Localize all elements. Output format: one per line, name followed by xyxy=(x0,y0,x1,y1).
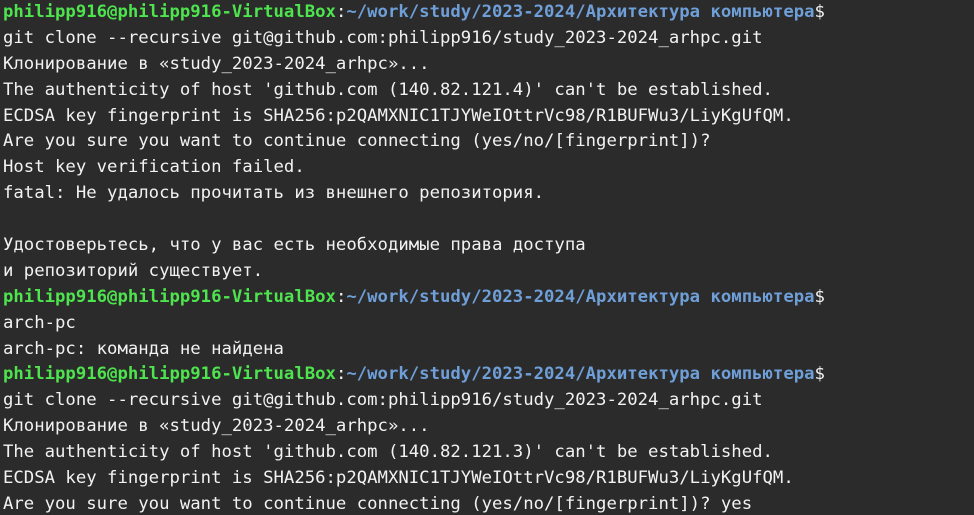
prompt-path: ~/work/study/2023-2024/Архитектура компь… xyxy=(346,286,815,307)
output-line: и репозиторий существует. xyxy=(3,260,264,281)
prompt-line: philipp916@philipp916-VirtualBox:~/work/… xyxy=(3,0,825,26)
output-line: Host key verification failed. xyxy=(3,157,305,178)
command-line: arch-pc xyxy=(3,312,76,333)
prompt-user-host: philipp916@philipp916-VirtualBox xyxy=(3,2,336,22)
prompt-separator: : xyxy=(335,364,347,385)
prompt-separator: : xyxy=(335,2,347,22)
prompt-path: ~/work/study/2023-2024/Архитектура компь… xyxy=(346,2,815,22)
output-line: Удостоверьтесь, что у вас есть необходим… xyxy=(3,235,586,256)
output-line: Клонирование в «study_2023-2024_arhpc»..… xyxy=(3,416,430,437)
command-line: git clone --recursive git@github.com:phi… xyxy=(3,390,763,411)
output-line: Are you sure you want to continue connec… xyxy=(3,131,711,152)
command-line: git clone --recursive git@github.com:phi… xyxy=(3,27,763,48)
prompt-user-host: philipp916@philipp916-VirtualBox xyxy=(3,364,336,385)
output-line: ECDSA key fingerprint is SHA256:p2QAMXNI… xyxy=(3,105,794,126)
prompt-symbol: $ xyxy=(814,286,825,307)
output-line: Are you sure you want to continue connec… xyxy=(3,493,753,514)
prompt-separator: : xyxy=(335,286,347,307)
output-line: Клонирование в «study_2023-2024_arhpc»..… xyxy=(3,53,430,74)
output-line: fatal: Не удалось прочитать из внешнего … xyxy=(3,183,545,204)
prompt-line: philipp916@philipp916-VirtualBox:~/work/… xyxy=(3,362,825,388)
output-line: ECDSA key fingerprint is SHA256:p2QAMXNI… xyxy=(3,468,794,489)
prompt-symbol: $ xyxy=(814,364,825,385)
prompt-path: ~/work/study/2023-2024/Архитектура компь… xyxy=(346,364,815,385)
output-line: arch-pc: команда не найдена xyxy=(3,338,284,359)
terminal-window[interactable]: philipp916@philipp916-VirtualBox:~/work/… xyxy=(0,0,974,515)
output-line: The authenticity of host 'github.com (14… xyxy=(3,442,773,463)
prompt-line: philipp916@philipp916-VirtualBox:~/work/… xyxy=(3,285,825,311)
terminal-output: philipp916@philipp916-VirtualBox:~/work/… xyxy=(3,0,825,515)
prompt-symbol: $ xyxy=(814,2,825,22)
output-line: The authenticity of host 'github.com (14… xyxy=(3,79,773,100)
prompt-user-host: philipp916@philipp916-VirtualBox xyxy=(3,286,336,307)
